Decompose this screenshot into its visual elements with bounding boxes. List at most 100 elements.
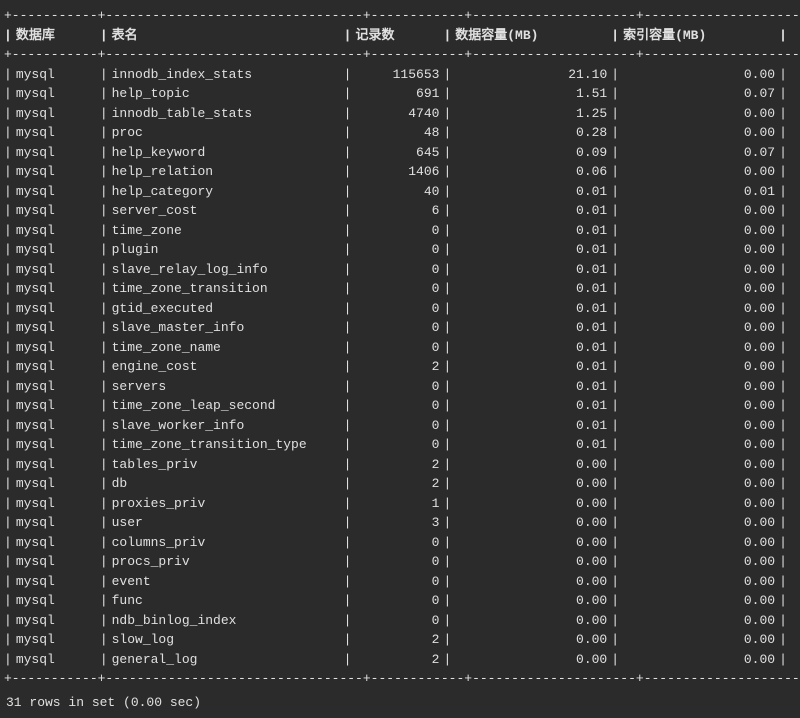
pipe: | [443,494,451,514]
cell-data-mb: 0.00 [451,455,611,475]
cell-records: 115653 [351,65,443,85]
pipe: | [344,221,352,241]
cell-records: 0 [351,318,443,338]
pipe: | [611,143,619,163]
pipe: | [443,474,451,494]
pipe: | [779,416,787,436]
cell-table: plugin [108,240,344,260]
pipe: | [4,611,12,631]
pipe: | [779,143,787,163]
pipe: | [344,455,352,475]
cell-data-mb: 0.01 [451,182,611,202]
pipe: | [4,396,12,416]
table-row: |mysql|help_keyword|645|0.09|0.07| [4,143,796,163]
pipe: | [611,279,619,299]
table-row: |mysql|plugin|0|0.01|0.00| [4,240,796,260]
pipe: | [443,455,451,475]
cell-db: mysql [12,572,100,592]
pipe: | [100,630,108,650]
cell-db: mysql [12,455,100,475]
pipe: | [611,182,619,202]
cell-db: mysql [12,318,100,338]
cell-index-mb: 0.00 [619,494,779,514]
pipe: | [611,65,619,85]
pipe: | [344,318,352,338]
cell-records: 0 [351,377,443,397]
cell-table: tables_priv [108,455,344,475]
pipe: | [443,357,451,377]
table-row: |mysql|innodb_index_stats|115653|21.10|0… [4,65,796,85]
pipe: | [611,104,619,124]
cell-data-mb: 0.01 [451,240,611,260]
pipe: | [443,377,451,397]
pipe: | [443,630,451,650]
cell-data-mb: 0.01 [451,318,611,338]
pipe: | [611,455,619,475]
cell-index-mb: 0.00 [619,377,779,397]
cell-data-mb: 0.01 [451,377,611,397]
pipe: | [611,123,619,143]
cell-data-mb: 0.00 [451,611,611,631]
pipe: | [100,611,108,631]
table-row: |mysql|time_zone_transition_type|0|0.01|… [4,435,796,455]
cell-data-mb: 0.01 [451,435,611,455]
pipe: | [611,260,619,280]
cell-index-mb: 0.00 [619,455,779,475]
pipe: | [779,474,787,494]
header-db: 数据库 [12,26,100,46]
pipe: | [611,396,619,416]
cell-db: mysql [12,201,100,221]
table-row: |mysql|help_category|40|0.01|0.01| [4,182,796,202]
cell-records: 0 [351,435,443,455]
pipe: | [4,84,12,104]
cell-records: 0 [351,572,443,592]
pipe: | [611,494,619,514]
pipe: | [443,338,451,358]
cell-table: engine_cost [108,357,344,377]
pipe: | [443,572,451,592]
cell-db: mysql [12,65,100,85]
cell-records: 0 [351,338,443,358]
cell-records: 2 [351,630,443,650]
pipe: | [779,455,787,475]
pipe: | [4,338,12,358]
cell-table: user [108,513,344,533]
pipe: | [443,84,451,104]
cell-db: mysql [12,533,100,553]
pipe: | [779,377,787,397]
pipe: | [443,143,451,163]
pipe: | [344,474,352,494]
cell-db: mysql [12,513,100,533]
pipe: | [443,533,451,553]
cell-db: mysql [12,474,100,494]
pipe: | [344,377,352,397]
table-row: |mysql|engine_cost|2|0.01|0.00| [4,357,796,377]
cell-data-mb: 0.09 [451,143,611,163]
pipe: | [4,104,12,124]
cell-data-mb: 0.01 [451,338,611,358]
pipe: | [779,630,787,650]
cell-data-mb: 0.01 [451,416,611,436]
pipe: | [100,84,108,104]
cell-index-mb: 0.00 [619,221,779,241]
pipe: | [4,279,12,299]
table-row: |mysql|columns_priv|0|0.00|0.00| [4,533,796,553]
cell-table: procs_priv [108,552,344,572]
cell-index-mb: 0.00 [619,279,779,299]
pipe: | [611,611,619,631]
pipe: | [100,318,108,338]
cell-records: 48 [351,123,443,143]
pipe: | [611,572,619,592]
pipe: | [443,650,451,670]
pipe: | [779,299,787,319]
header-data-mb: 数据容量(MB) [451,26,611,46]
cell-db: mysql [12,338,100,358]
pipe: | [443,611,451,631]
cell-db: mysql [12,494,100,514]
cell-db: mysql [12,357,100,377]
cell-db: mysql [12,650,100,670]
cell-table: ndb_binlog_index [108,611,344,631]
pipe: | [443,162,451,182]
pipe: | [344,396,352,416]
pipe: | [611,162,619,182]
